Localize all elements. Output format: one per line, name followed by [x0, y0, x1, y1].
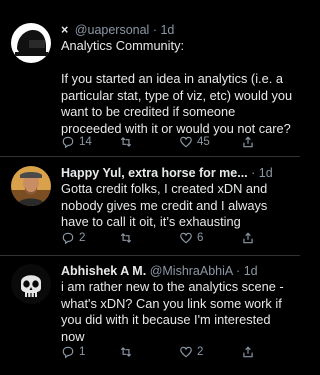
share-button[interactable]: [241, 344, 255, 360]
person-avatar-icon[interactable]: [11, 166, 51, 206]
display-name[interactable]: Happy Yul, extra horse for me...: [61, 166, 248, 180]
retweet-icon: [120, 233, 132, 243]
retweet-icon: [120, 347, 132, 357]
share-icon: [243, 136, 253, 148]
retweet-button[interactable]: [119, 344, 137, 360]
share-button[interactable]: [241, 134, 255, 150]
like-icon: [180, 346, 192, 358]
like-icon: [180, 136, 192, 148]
reply-button[interactable]: 14: [61, 134, 92, 150]
reply-icon: [62, 136, 74, 149]
reply-count: 2: [79, 232, 86, 244]
reply-icon: [62, 232, 74, 245]
reply-count: 1: [79, 346, 86, 358]
tweet-header: Abhishek A M. @MishraAbhiA · 1d: [61, 263, 294, 279]
close-icon: ×: [61, 23, 69, 37]
retweet-button[interactable]: [119, 230, 137, 246]
share-icon: [243, 346, 253, 358]
tweet-actions: 2 6: [61, 230, 281, 246]
like-icon: [180, 232, 192, 244]
timestamp[interactable]: 1d: [160, 23, 174, 37]
share-icon: [243, 232, 253, 244]
tweet-reply[interactable]: Happy Yul, extra horse for me... · 1d Go…: [0, 157, 300, 255]
tweet-reply[interactable]: Abhishek A M. @MishraAbhiA · 1d i am rat…: [0, 256, 300, 375]
reply-count: 14: [79, 136, 92, 148]
like-button[interactable]: 45: [179, 134, 210, 150]
separator-dot: ·: [152, 23, 157, 37]
user-handle[interactable]: @uapersonal: [75, 23, 150, 37]
reply-icon: [62, 346, 74, 359]
display-name[interactable]: Abhishek A M.: [61, 264, 146, 278]
retweet-button[interactable]: [119, 134, 137, 150]
tweet-original[interactable]: × @uapersonal · 1d Analytics Community: …: [0, 0, 300, 156]
timestamp[interactable]: 1d: [259, 166, 273, 180]
tweet-actions: 1 2: [61, 344, 281, 360]
skull-avatar-icon[interactable]: [11, 264, 51, 304]
like-button[interactable]: 2: [179, 344, 203, 360]
tweet-actions: 14 45: [61, 134, 281, 150]
reply-button[interactable]: 1: [61, 344, 85, 360]
tweet-header: Happy Yul, extra horse for me... · 1d: [61, 165, 294, 181]
like-button[interactable]: 6: [179, 230, 203, 246]
tweet-text: Gotta credit folks, I created xDN and no…: [61, 181, 271, 229]
tweet-feed: × @uapersonal · 1d Analytics Community: …: [0, 0, 300, 375]
helmet-avatar-icon[interactable]: [11, 23, 51, 63]
tweet-text: Analytics Community: If you started an i…: [61, 38, 293, 136]
tweet-header: × @uapersonal · 1d: [61, 22, 294, 38]
separator-dot: ·: [251, 166, 256, 180]
reply-button[interactable]: 2: [61, 230, 85, 246]
share-button[interactable]: [241, 230, 255, 246]
like-count: 45: [197, 136, 210, 148]
timestamp[interactable]: 1d: [244, 264, 258, 278]
like-count: 6: [197, 232, 204, 244]
separator-dot: ·: [236, 264, 241, 278]
retweet-icon: [120, 137, 132, 147]
user-handle[interactable]: @MishraAbhiA: [150, 264, 233, 278]
tweet-text: i am rather new to the analytics scene -…: [61, 279, 288, 344]
like-count: 2: [197, 346, 204, 358]
